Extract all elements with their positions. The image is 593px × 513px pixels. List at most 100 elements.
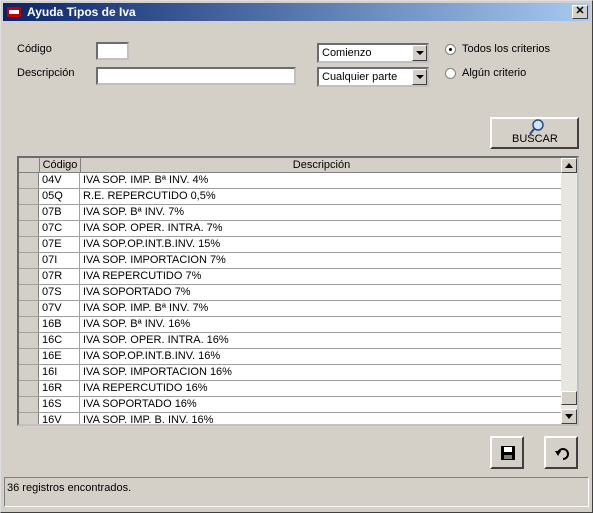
cell-descripcion: R.E. REPERCUTIDO 0,5% bbox=[83, 190, 216, 202]
undo-button[interactable] bbox=[544, 436, 578, 469]
cell-descripcion: IVA SOP. Bª INV. 7% bbox=[83, 206, 185, 218]
grid-rows: 04V IVA SOP. IMP. Bª INV. 4% 05Q R.E. REPER… bbox=[19, 173, 563, 426]
match-mode-value: Comienzo bbox=[322, 47, 372, 59]
table-row[interactable]: 07C IVA SOP. OPER. INTRA. 7% bbox=[19, 221, 563, 237]
radio-algun-criterio[interactable] bbox=[445, 68, 456, 79]
cell-descripcion: IVA SOP. IMP. B. INV. 16% bbox=[83, 414, 214, 426]
descripcion-label: Descripción bbox=[17, 67, 75, 79]
radio-algun-label[interactable]: Algún criterio bbox=[462, 67, 526, 79]
scroll-up-icon[interactable] bbox=[561, 158, 577, 173]
cell-codigo: 16S bbox=[40, 397, 80, 412]
row-selector[interactable] bbox=[19, 413, 39, 424]
cell-codigo: 07B bbox=[40, 205, 80, 220]
codigo-label: Código bbox=[17, 43, 52, 55]
cell-descripcion: IVA SOP.OP.INT.B.INV. 15% bbox=[83, 238, 221, 250]
match-part-value: Cualquier parte bbox=[322, 71, 398, 83]
row-selector[interactable] bbox=[19, 221, 39, 236]
grid-header: Código Descripción bbox=[19, 158, 563, 173]
cell-descripcion: IVA SOP. OPER. INTRA. 16% bbox=[83, 334, 229, 346]
table-row[interactable]: 07S IVA SOPORTADO 7% bbox=[19, 285, 563, 301]
floppy-save-icon bbox=[500, 445, 516, 464]
row-selector[interactable] bbox=[19, 317, 39, 332]
row-selector[interactable] bbox=[19, 205, 39, 220]
row-selector[interactable] bbox=[19, 285, 39, 300]
window-title: Ayuda Tipos de Iva bbox=[27, 5, 136, 19]
cell-codigo: 07S bbox=[40, 285, 80, 300]
cell-codigo: 07E bbox=[40, 237, 80, 252]
table-row[interactable]: 16S IVA SOPORTADO 16% bbox=[19, 397, 563, 413]
table-row[interactable]: 16V IVA SOP. IMP. B. INV. 16% bbox=[19, 413, 563, 426]
row-selector[interactable] bbox=[19, 253, 39, 268]
app-icon bbox=[6, 4, 22, 20]
chevron-down-icon[interactable] bbox=[412, 69, 427, 85]
table-row[interactable]: 16B IVA SOP. Bª INV. 16% bbox=[19, 317, 563, 333]
codigo-input[interactable] bbox=[96, 42, 129, 60]
cell-descripcion: IVA REPERCUTIDO 16% bbox=[83, 382, 208, 394]
cell-codigo: 07C bbox=[40, 221, 80, 236]
table-row[interactable]: 07R IVA REPERCUTIDO 7% bbox=[19, 269, 563, 285]
results-grid[interactable]: Código Descripción 04V IVA SOP. IMP. Bª I… bbox=[17, 156, 579, 426]
row-selector[interactable] bbox=[19, 189, 39, 204]
header-codigo[interactable]: Código bbox=[40, 158, 81, 172]
save-button[interactable] bbox=[490, 436, 524, 469]
cell-descripcion: IVA SOP. OPER. INTRA. 7% bbox=[83, 222, 223, 234]
search-button[interactable]: BUSCAR bbox=[490, 117, 579, 149]
table-row[interactable]: 16E IVA SOP.OP.INT.B.INV. 16% bbox=[19, 349, 563, 365]
cell-descripcion: IVA SOP. IMP. Bª INV. 4% bbox=[83, 174, 209, 186]
table-row[interactable]: 07V IVA SOP. IMP. Bª INV. 7% bbox=[19, 301, 563, 317]
close-button[interactable]: ✕ bbox=[572, 5, 588, 19]
undo-arrow-icon bbox=[554, 446, 570, 465]
cell-codigo: 16E bbox=[40, 349, 80, 364]
cell-codigo: 16B bbox=[40, 317, 80, 332]
table-row[interactable]: 04V IVA SOP. IMP. Bª INV. 4% bbox=[19, 173, 563, 189]
cell-descripcion: IVA REPERCUTIDO 7% bbox=[83, 270, 202, 282]
row-selector[interactable] bbox=[19, 237, 39, 252]
status-text: 36 registros encontrados. bbox=[7, 482, 132, 494]
row-selector[interactable] bbox=[19, 301, 39, 316]
scroll-thumb[interactable] bbox=[561, 391, 577, 405]
table-row[interactable]: 16C IVA SOP. OPER. INTRA. 16% bbox=[19, 333, 563, 349]
cell-codigo: 05Q bbox=[40, 189, 80, 204]
table-row[interactable]: 07B IVA SOP. Bª INV. 7% bbox=[19, 205, 563, 221]
cell-codigo: 07I bbox=[40, 253, 80, 268]
cell-descripcion: IVA SOP. Bª INV. 16% bbox=[83, 318, 191, 330]
help-window: Ayuda Tipos de Iva ✕ Código Descripción … bbox=[0, 0, 593, 513]
row-selector[interactable] bbox=[19, 381, 39, 396]
search-button-label: BUSCAR bbox=[512, 133, 558, 145]
cell-codigo: 07R bbox=[40, 269, 80, 284]
cell-codigo: 07V bbox=[40, 301, 80, 316]
cell-codigo: 04V bbox=[40, 173, 80, 188]
table-row[interactable]: 16R IVA REPERCUTIDO 16% bbox=[19, 381, 563, 397]
row-selector[interactable] bbox=[19, 349, 39, 364]
row-selector[interactable] bbox=[19, 269, 39, 284]
cell-codigo: 16V bbox=[40, 413, 80, 424]
cell-descripcion: IVA SOP.OP.INT.B.INV. 16% bbox=[83, 350, 221, 362]
chevron-down-icon[interactable] bbox=[412, 45, 427, 61]
header-selector bbox=[19, 158, 40, 172]
cell-codigo: 16C bbox=[40, 333, 80, 348]
match-mode-select[interactable]: Comienzo bbox=[317, 43, 429, 63]
cell-codigo: 16R bbox=[40, 381, 80, 396]
radio-todos-los-criterios[interactable] bbox=[445, 44, 456, 55]
scroll-down-icon[interactable] bbox=[561, 409, 577, 424]
status-bar: 36 registros encontrados. bbox=[4, 477, 589, 507]
table-row[interactable]: 16I IVA SOP. IMPORTACION 16% bbox=[19, 365, 563, 381]
cell-descripcion: IVA SOP. IMPORTACION 16% bbox=[83, 366, 232, 378]
match-part-select[interactable]: Cualquier parte bbox=[317, 67, 429, 87]
title-bar[interactable]: Ayuda Tipos de Iva ✕ bbox=[3, 3, 590, 21]
cell-codigo: 16I bbox=[40, 365, 80, 380]
table-row[interactable]: 05Q R.E. REPERCUTIDO 0,5% bbox=[19, 189, 563, 205]
header-descripcion[interactable]: Descripción bbox=[81, 158, 563, 172]
row-selector[interactable] bbox=[19, 365, 39, 380]
table-row[interactable]: 07E IVA SOP.OP.INT.B.INV. 15% bbox=[19, 237, 563, 253]
row-selector[interactable] bbox=[19, 397, 39, 412]
cell-descripcion: IVA SOPORTADO 16% bbox=[83, 398, 197, 410]
cell-descripcion: IVA SOP. IMPORTACION 7% bbox=[83, 254, 226, 266]
row-selector[interactable] bbox=[19, 333, 39, 348]
descripcion-input[interactable] bbox=[96, 67, 296, 85]
cell-descripcion: IVA SOP. IMP. Bª INV. 7% bbox=[83, 302, 209, 314]
radio-todos-label[interactable]: Todos los criterios bbox=[462, 43, 550, 55]
row-selector[interactable] bbox=[19, 173, 39, 188]
table-row[interactable]: 07I IVA SOP. IMPORTACION 7% bbox=[19, 253, 563, 269]
vertical-scrollbar[interactable] bbox=[561, 158, 577, 424]
